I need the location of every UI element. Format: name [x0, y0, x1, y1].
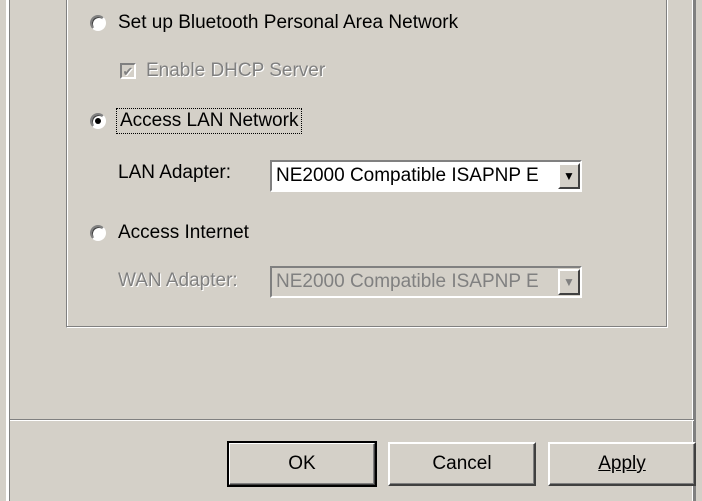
radio-lan-row[interactable]: Access LAN Network — [90, 108, 303, 134]
radio-internet-label: Access Internet — [118, 222, 249, 243]
cancel-button-label: Cancel — [432, 453, 492, 474]
dhcp-checkbox-row: ✔ Enable DHCP Server — [120, 60, 325, 82]
dialog-window: Set up Bluetooth Personal Area Network ✔… — [0, 0, 702, 501]
radio-internet-row[interactable]: Access Internet — [90, 222, 249, 244]
apply-button-label: Apply — [598, 453, 646, 474]
radio-pan[interactable] — [90, 15, 106, 31]
dhcp-checkbox-label: Enable DHCP Server — [146, 60, 326, 81]
radio-lan-label: Access LAN Network — [115, 108, 303, 134]
chevron-down-icon[interactable]: ▼ — [558, 163, 580, 189]
radio-pan-row[interactable]: Set up Bluetooth Personal Area Network — [90, 12, 458, 34]
ok-button[interactable]: OK — [227, 441, 377, 487]
radio-lan[interactable] — [90, 113, 106, 129]
ok-button-label: OK — [288, 453, 316, 474]
lan-adapter-value: NE2000 Compatible ISAPNP E — [276, 165, 539, 186]
cancel-button[interactable]: Cancel — [388, 442, 536, 486]
wan-adapter-value: NE2000 Compatible ISAPNP E — [276, 271, 539, 292]
lan-adapter-label-row: LAN Adapter: — [118, 162, 231, 184]
radio-internet[interactable] — [90, 225, 106, 241]
wan-adapter-label: WAN Adapter: — [118, 270, 238, 291]
wan-adapter-select: NE2000 Compatible ISAPNP E ▼ — [270, 266, 582, 298]
window-frame-left — [6, 0, 10, 501]
dhcp-checkbox: ✔ — [120, 63, 136, 79]
chevron-down-icon: ▼ — [558, 269, 580, 295]
lan-adapter-label: LAN Adapter: — [118, 162, 232, 183]
apply-button[interactable]: Apply — [548, 442, 696, 486]
radio-pan-label: Set up Bluetooth Personal Area Network — [118, 12, 459, 33]
radio-selected-dot — [95, 118, 101, 124]
lan-adapter-select[interactable]: NE2000 Compatible ISAPNP E ▼ — [270, 160, 582, 192]
wan-adapter-label-row: WAN Adapter: — [118, 270, 238, 292]
checkmark-icon: ✔ — [122, 63, 134, 79]
separator-line — [10, 419, 694, 421]
window-frame-right — [692, 0, 696, 501]
